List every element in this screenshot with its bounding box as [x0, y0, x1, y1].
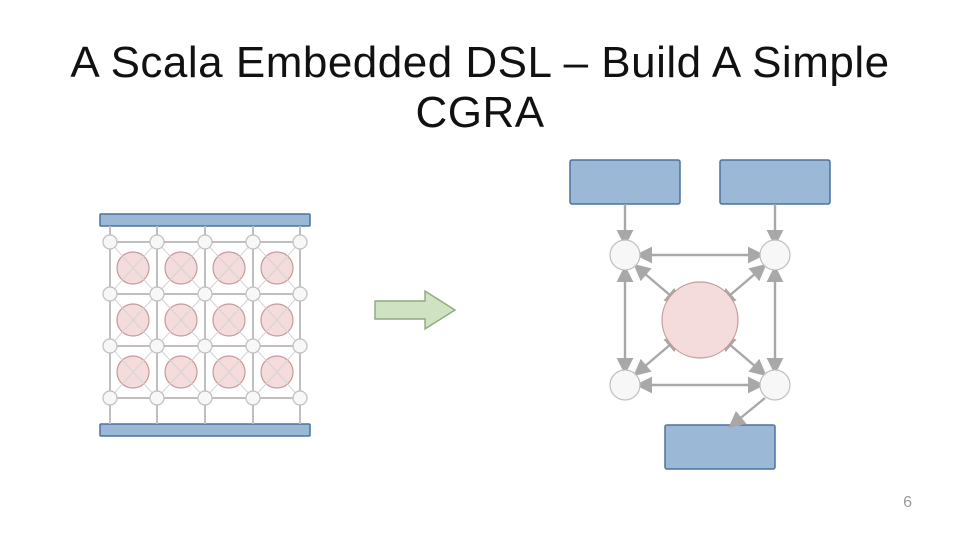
io-block-top-left	[570, 160, 680, 204]
switch-bottom-right	[760, 370, 790, 400]
zoom-arrow-icon	[370, 285, 460, 335]
switch-top-right	[760, 240, 790, 270]
center-pe	[662, 282, 738, 358]
slide-title: A Scala Embedded DSL – Build A Simple CG…	[0, 38, 960, 138]
edge-swBR-to-bottom	[732, 398, 765, 425]
io-block-bottom	[665, 425, 775, 469]
bottom-io-bar	[100, 424, 310, 436]
io-block-top-right	[720, 160, 830, 204]
diagram-stage	[0, 150, 960, 510]
switch-nodes	[103, 226, 307, 424]
cgra-tile-diagram	[540, 150, 860, 470]
switch-top-left	[610, 240, 640, 270]
switch-bottom-left	[610, 370, 640, 400]
cgra-array-diagram	[90, 210, 320, 440]
top-io-bar	[100, 214, 310, 226]
